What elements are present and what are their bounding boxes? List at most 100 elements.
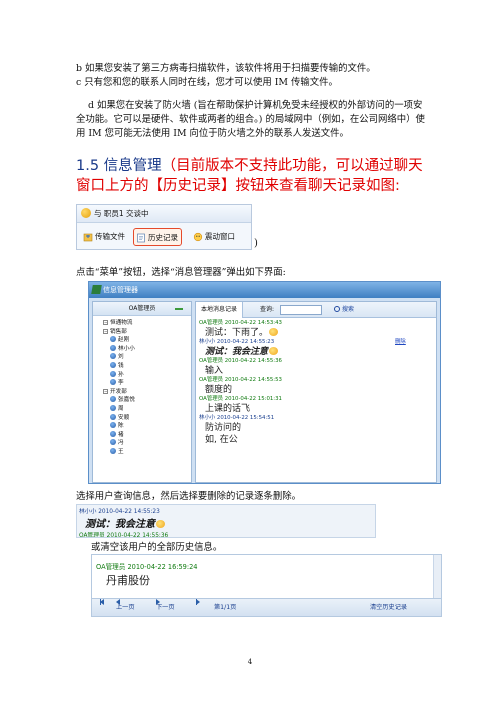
message-meta: OA管理员 2010-04-22 16:59:24 (96, 563, 198, 571)
tree-user[interactable]: 刘 (97, 353, 191, 362)
contacts-pane: OA管理员 − 恒通物流 − 销售部 赵刚 林小小刘钱孙李 − 开发部 张嘉悦周安顺陈褚冯王 (92, 301, 192, 483)
tree-group[interactable]: − 开发部 (97, 388, 191, 397)
message-body: 输入 (205, 366, 224, 376)
message-list: OA管理员 2010-04-22 14:53:43 测试：下雨了。 林小小 2010… (196, 318, 436, 482)
message-text[interactable]: 测试：我会注意 (199, 346, 433, 358)
tree-user[interactable]: 周 (97, 404, 191, 414)
tree-group[interactable]: − 恒通物流 (97, 319, 191, 328)
smiley-icon (269, 347, 279, 355)
window-title-bar: 信息管理器 (89, 282, 440, 298)
user-icon (110, 336, 116, 343)
tree-label: 褚 (118, 431, 124, 438)
tree-user[interactable]: 陈 (97, 422, 191, 431)
prev-label: 上一页 (116, 604, 135, 611)
tree-user[interactable]: 钱 (97, 361, 191, 371)
bullet-b: b 如果您安装了第三方病毒扫描软件，该软件将用于扫描要传输的文件。 (76, 63, 376, 74)
next-record-meta: OA管理员 2010-04-22 14:55:36 (79, 533, 169, 538)
window-title: 信息管理器 (103, 286, 138, 294)
caption-menu: 点击“菜单”按钮，选择“消息管理器”弹出如下界面: (76, 267, 286, 278)
message-sender: 林小小 2010-04-22 15:54:51 (199, 415, 275, 421)
chat-icon (81, 208, 91, 218)
message-text[interactable]: 测试：下雨了。 (199, 327, 433, 339)
tree-label: 开发部 (110, 388, 127, 395)
clear-history-button[interactable]: 清空历史记录 (370, 599, 407, 616)
shake-window-button[interactable]: 震动窗口 (191, 228, 235, 246)
message-meta: 林小小 2010-04-22 15:54:51 (199, 415, 433, 422)
message-text[interactable]: 防访问的 (199, 422, 433, 434)
tree-label: 王 (118, 448, 124, 455)
tree-label: 冯 (118, 440, 124, 447)
expand-icon[interactable]: − (103, 320, 108, 325)
message-body: 额度的 (205, 385, 233, 395)
tree-label: 安顺 (118, 414, 130, 421)
delete-link[interactable]: 删除 (395, 339, 406, 346)
search-button[interactable]: 搜索 (334, 302, 354, 318)
tree-group[interactable]: − 销售部 (97, 328, 191, 337)
message-text[interactable]: 如, 在公 (199, 434, 433, 446)
contacts-owner: OA管理员 (128, 305, 156, 312)
chat-title-bar: 与 职员1 交谈中 (77, 205, 251, 223)
message-meta: OA管理员 2010-04-22 14:55:36 (199, 358, 433, 365)
user-icon (110, 361, 116, 368)
collapse-icon[interactable] (175, 308, 183, 310)
user-icon (110, 447, 116, 454)
message-manager-window: 信息管理器 OA管理员 − 恒通物流 − 销售部 赵刚 林小小刘钱孙李 − 开发部 张嘉悦周安顺… (88, 281, 441, 484)
tree-label: 销售部 (110, 328, 127, 335)
tree-user[interactable]: 林小小 (97, 344, 191, 354)
scrollbar[interactable] (433, 555, 441, 599)
tree-label: 张嘉悦 (118, 397, 135, 404)
smiley-icon (156, 520, 165, 528)
record-text[interactable]: 测试：我会注意 (85, 515, 165, 530)
tree-label: 恒通物流 (110, 320, 133, 326)
expand-icon[interactable]: − (103, 388, 108, 394)
query-label: 查询: (260, 306, 275, 313)
caption-select: 选择用户查询信息，然后选择要删除的记录逐条删除。 (76, 491, 302, 502)
user-icon (110, 439, 116, 446)
user-icon (110, 396, 116, 403)
history-icon (137, 233, 145, 243)
message-meta: 林小小 2010-04-22 14:55:23 删除 (199, 339, 433, 346)
message-body: 测试：我会注意 (205, 347, 269, 357)
tree-user[interactable]: 冯 (97, 439, 191, 448)
tree-user[interactable]: 张嘉悦 (97, 396, 191, 405)
history-button[interactable]: 历史记录 (133, 228, 182, 246)
page-indicator: 第1/1页 (214, 604, 237, 611)
message-text[interactable]: 上课的话飞 (199, 403, 433, 415)
bullet-c: c 只有您和您的联系人同时在线，您才可以使用 IM 传输文件。 (76, 77, 338, 88)
user-icon (110, 430, 116, 437)
message-sender: OA管理员 2010-04-22 14:55:53 (199, 377, 282, 383)
smiley-icon (269, 328, 279, 336)
closing-paren: ) (254, 238, 258, 249)
transfer-file-button[interactable]: 传输文件 (81, 228, 125, 246)
tree-label: 赵刚 (118, 337, 130, 344)
record-meta: 林小小 2010-04-22 14:55:23 (79, 509, 160, 515)
user-icon (110, 370, 116, 377)
tree-label: 周 (118, 405, 124, 412)
tree-user[interactable]: 安顺 (97, 413, 191, 423)
tree-user[interactable]: 王 (97, 447, 191, 457)
user-icon (110, 353, 116, 360)
message-body: 上课的话飞 (205, 404, 251, 414)
tree-user[interactable]: 李 (97, 379, 191, 388)
tree-user[interactable]: 赵刚 (97, 336, 191, 345)
user-icon (110, 404, 116, 411)
query-input[interactable] (280, 305, 322, 315)
message-sender: 林小小 2010-04-22 14:55:23 (199, 339, 275, 345)
message-meta: OA管理员 2010-04-22 14:55:53 (199, 377, 433, 384)
tree-label: 林小小 (118, 345, 135, 352)
user-icon (110, 413, 116, 420)
transfer-file-label: 传输文件 (95, 232, 125, 241)
contacts-header: OA管理员 (93, 302, 191, 316)
message-text[interactable]: 输入 (199, 365, 433, 377)
history-label: 历史记录 (148, 233, 178, 242)
tab-local-history[interactable]: 本地消息记录 (196, 302, 244, 318)
history-pane: 本地消息记录 查询: 搜索 OA管理员 2010-04-22 14:53:43 测… (195, 301, 437, 483)
search-label: 搜索 (342, 306, 355, 313)
message-text[interactable]: 额度的 (199, 384, 433, 396)
message-sender: OA管理员 2010-04-22 14:53:43 (199, 320, 282, 326)
tree-user[interactable]: 孙 (97, 370, 191, 380)
expand-icon[interactable]: − (103, 328, 108, 334)
next-label: 下一页 (156, 604, 175, 611)
tree-user[interactable]: 褚 (97, 430, 191, 440)
bullet-d: d 如果您在安装了防火墙 (旨在帮助保护计算机免受未经授权的外部访问的一项安全功… (76, 100, 425, 139)
